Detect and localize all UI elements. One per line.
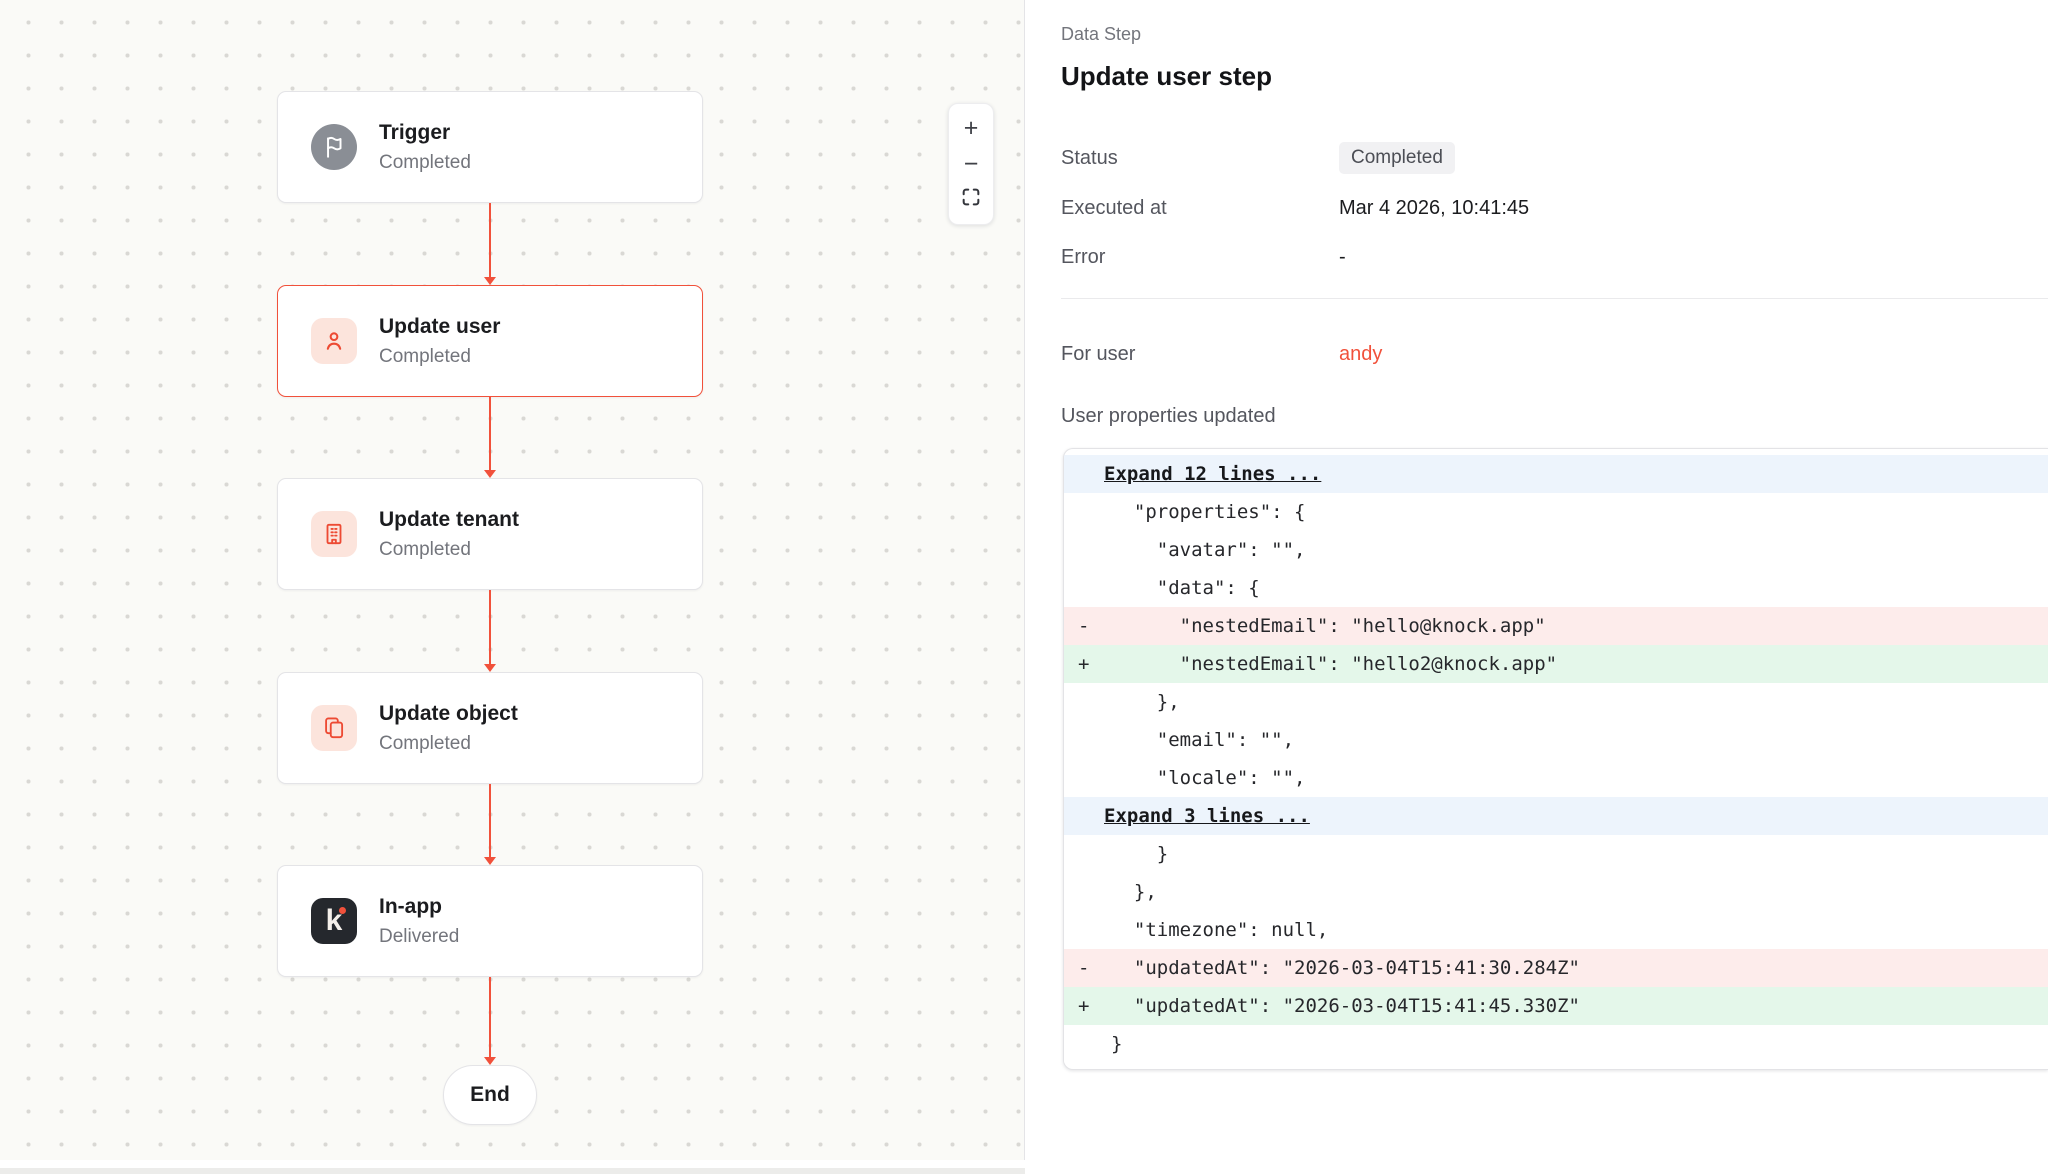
field-value: Mar 4 2026, 10:41:45 <box>1339 197 1529 220</box>
field-label: Status <box>1061 147 1339 170</box>
diff-code: "timezone": null, <box>1111 919 1328 941</box>
diff-line-added: + "updatedAt": "2026-03-04T15:41:45.330Z… <box>1064 987 2048 1025</box>
field-value: - <box>1339 246 1346 269</box>
diff-code: "properties": { <box>1111 501 1305 523</box>
knock-icon: k <box>311 898 357 944</box>
diff-expand-row: Expand 3 lines ... <box>1064 797 2048 835</box>
diff-line-context: "email": "", <box>1064 721 2048 759</box>
node-title: In-app <box>379 894 459 920</box>
end-node: End <box>443 1065 537 1125</box>
expand-lines-button[interactable]: Expand 3 lines ... <box>1104 805 1310 827</box>
field-value: Completed <box>1339 142 1455 174</box>
diff-line-deleted: - "nestedEmail": "hello@knock.app" <box>1064 607 2048 645</box>
user-icon <box>311 318 357 364</box>
zoom-toolbar: + − <box>948 103 994 225</box>
end-node-label: End <box>470 1083 510 1107</box>
fit-view-icon <box>960 186 982 215</box>
page-title: Update user step <box>1061 61 2048 92</box>
diff-code: "data": { <box>1111 577 1260 599</box>
diff-code: "email": "", <box>1111 729 1294 751</box>
node-title: Update user <box>379 314 500 340</box>
for-user-row: For user andy <box>1061 339 2048 369</box>
horizontal-scrollbar[interactable] <box>0 1168 1025 1174</box>
diff-marker: - <box>1078 949 1111 987</box>
node-status: Completed <box>379 539 519 561</box>
node-status: Delivered <box>379 926 459 948</box>
step-detail-panel: Data Step Update user step StatusComplet… <box>1025 0 2048 1174</box>
diff-code: "updatedAt": "2026-03-04T15:41:30.284Z" <box>1111 957 1580 979</box>
diff-code: "updatedAt": "2026-03-04T15:41:45.330Z" <box>1111 995 1580 1017</box>
workflow-canvas[interactable]: TriggerCompletedUpdate userCompletedUpda… <box>0 0 1025 1160</box>
zoom-out-button[interactable]: − <box>953 148 989 180</box>
node-title: Trigger <box>379 120 471 146</box>
status-badge: Completed <box>1339 142 1455 174</box>
workflow-node-in-app[interactable]: k In-app Delivered <box>277 865 703 977</box>
node-status: Completed <box>379 152 471 174</box>
field-label: Error <box>1061 246 1339 269</box>
zoom-in-button[interactable]: + <box>953 112 989 144</box>
building-icon <box>311 511 357 557</box>
section-divider <box>1061 298 2048 299</box>
diff-line-context: }, <box>1064 683 2048 721</box>
fit-view-button[interactable] <box>953 184 989 216</box>
field-row-executed-at: Executed atMar 4 2026, 10:41:45 <box>1061 193 2048 223</box>
flow-connector-arrow <box>489 784 491 863</box>
diff-code: "nestedEmail": "hello2@knock.app" <box>1111 653 1557 675</box>
diff-code: }, <box>1111 691 1180 713</box>
field-label: Executed at <box>1061 197 1339 220</box>
diff-line-context: }, <box>1064 873 2048 911</box>
node-title: Update object <box>379 701 518 727</box>
flow-connector-arrow <box>489 397 491 476</box>
copy-icon <box>311 705 357 751</box>
diff-expand-row: Expand 12 lines ... <box>1064 455 2048 493</box>
for-user-label: For user <box>1061 343 1339 366</box>
node-status: Completed <box>379 733 518 755</box>
diff-line-context: "data": { <box>1064 569 2048 607</box>
diff-marker: + <box>1078 987 1111 1025</box>
flow-connector-arrow <box>489 977 491 1063</box>
diff-marker: - <box>1078 607 1111 645</box>
flag-icon <box>311 124 357 170</box>
node-title: Update tenant <box>379 507 519 533</box>
node-status: Completed <box>379 346 500 368</box>
step-type-label: Data Step <box>1061 24 2048 45</box>
diff-line-deleted: - "updatedAt": "2026-03-04T15:41:30.284Z… <box>1064 949 2048 987</box>
properties-diff-viewer: Expand 12 lines ... "properties": { "ava… <box>1063 448 2048 1070</box>
diff-line-added: + "nestedEmail": "hello2@knock.app" <box>1064 645 2048 683</box>
diff-line-context: } <box>1064 835 2048 873</box>
flow-connector-arrow <box>489 590 491 670</box>
workflow-node-update-tenant[interactable]: Update tenant Completed <box>277 478 703 590</box>
diff-code: "avatar": "", <box>1111 539 1305 561</box>
workflow-node-trigger[interactable]: Trigger Completed <box>277 91 703 203</box>
diff-code: "locale": "", <box>1111 767 1305 789</box>
workflow-debugger: TriggerCompletedUpdate userCompletedUpda… <box>0 0 2048 1174</box>
diff-line-context: "properties": { <box>1064 493 2048 531</box>
diff-line-context: "locale": "", <box>1064 759 2048 797</box>
expand-lines-button[interactable]: Expand 12 lines ... <box>1104 463 1321 485</box>
diff-code: "nestedEmail": "hello@knock.app" <box>1111 615 1546 637</box>
workflow-node-update-user[interactable]: Update user Completed <box>277 285 703 397</box>
field-row-error: Error- <box>1061 242 2048 272</box>
diff-code: } <box>1111 843 1168 865</box>
diff-line-context: } <box>1064 1025 2048 1063</box>
plus-icon: + <box>964 114 979 143</box>
diff-code: } <box>1111 1033 1122 1055</box>
for-user-link[interactable]: andy <box>1339 343 1382 366</box>
diff-title: User properties updated <box>1061 405 2048 428</box>
diff-line-context: "avatar": "", <box>1064 531 2048 569</box>
workflow-node-update-object[interactable]: Update object Completed <box>277 672 703 784</box>
minus-icon: − <box>964 150 979 179</box>
flow-connector-arrow <box>489 203 491 283</box>
diff-code: }, <box>1111 881 1157 903</box>
field-row-status: StatusCompleted <box>1061 142 2048 174</box>
diff-marker: + <box>1078 645 1111 683</box>
diff-line-context: "timezone": null, <box>1064 911 2048 949</box>
